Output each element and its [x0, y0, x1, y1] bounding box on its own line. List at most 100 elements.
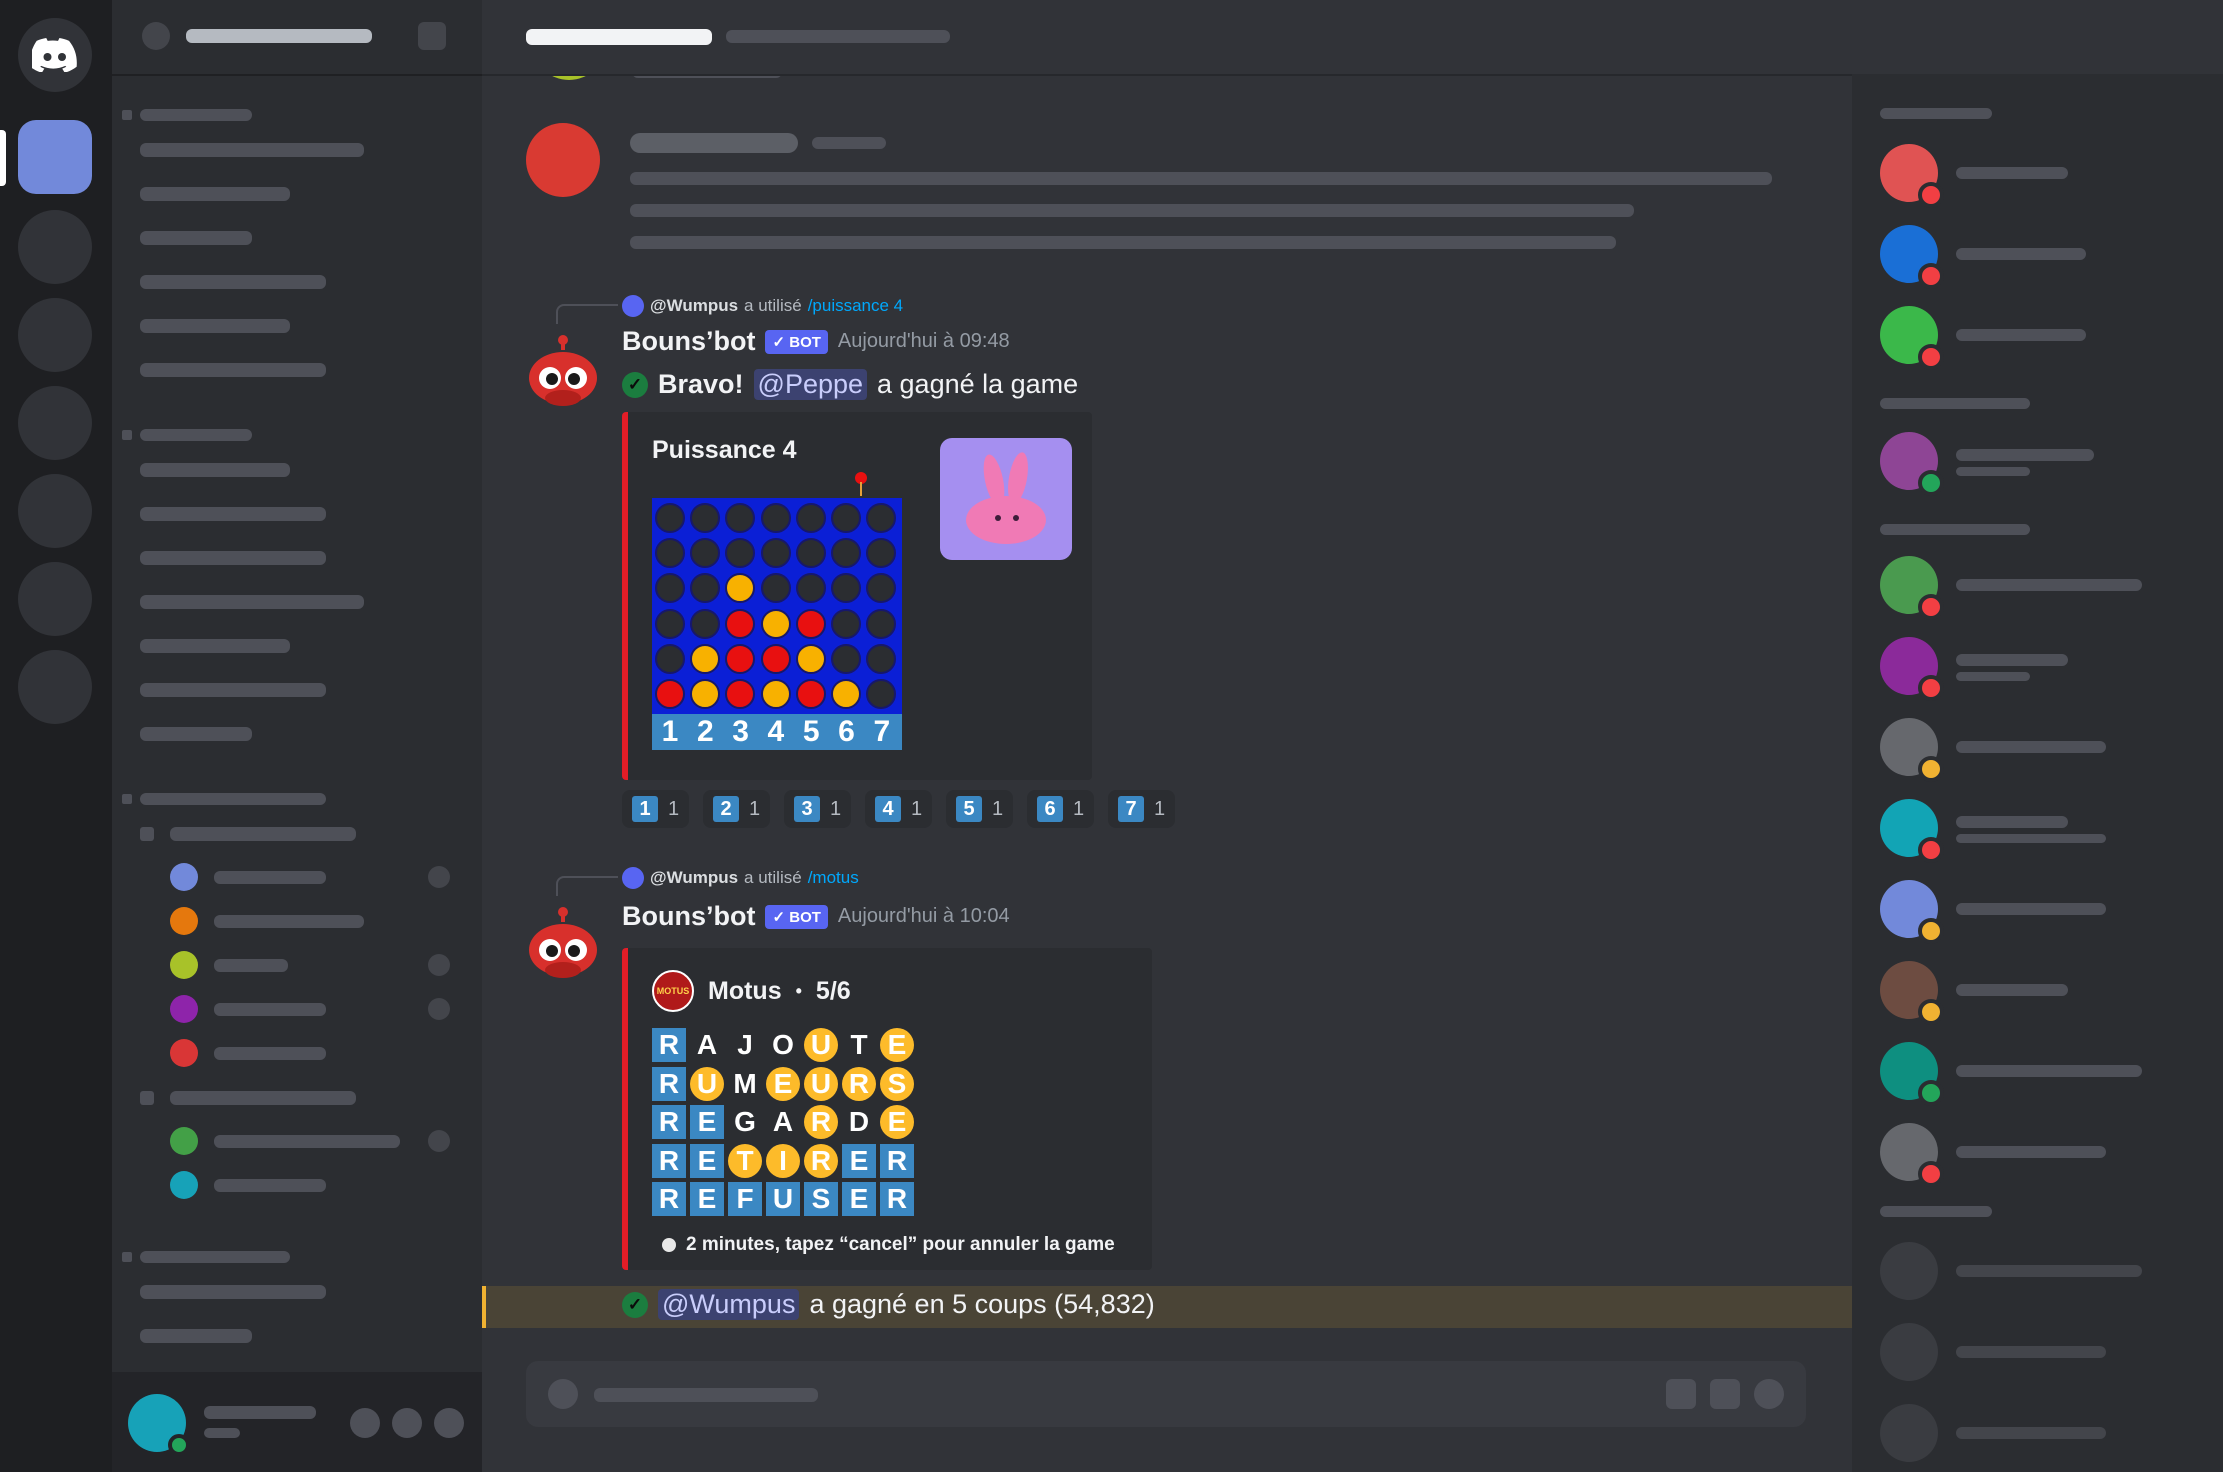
channel-placeholder[interactable]	[140, 727, 252, 741]
server-header[interactable]	[112, 0, 482, 76]
voice-user-avatar[interactable]	[170, 1171, 198, 1199]
slash-command[interactable]: /motus	[808, 868, 859, 888]
reply-verb: a utilisé	[744, 296, 802, 315]
bot-username[interactable]: Bouns’bot	[622, 901, 755, 932]
motus-footer: 2 minutes, tapez “cancel” pour annuler l…	[662, 1234, 1115, 1256]
message-timestamp[interactable]: Aujourd'hui à 09:48	[838, 330, 1010, 353]
reply-context[interactable]: @Wumpus a utilisé /puissance 4	[622, 295, 903, 317]
reaction-button[interactable]: 31	[784, 790, 852, 828]
reaction-button[interactable]: 41	[865, 790, 933, 828]
message-time-placeholder	[812, 137, 886, 149]
channel-placeholder[interactable]	[140, 363, 326, 377]
server-icon[interactable]	[18, 562, 92, 636]
motus-letter: R	[880, 1143, 914, 1178]
gif-icon[interactable]	[1710, 1379, 1740, 1409]
slash-command[interactable]: /puissance 4	[808, 296, 903, 316]
voice-user-name	[214, 1047, 326, 1060]
emoji-icon[interactable]	[1754, 1379, 1784, 1409]
motus-letter: J	[737, 1029, 753, 1060]
server-menu-icon[interactable]	[418, 22, 446, 50]
category-placeholder[interactable]	[140, 793, 326, 805]
voice-user-avatar[interactable]	[170, 1039, 198, 1067]
member-status-icon	[1918, 344, 1944, 370]
voice-channel-placeholder[interactable]	[170, 1091, 356, 1105]
bot-avatar[interactable]	[524, 904, 602, 982]
category-placeholder[interactable]	[140, 429, 252, 441]
connect4-cell	[690, 573, 721, 604]
connect4-cell	[655, 608, 685, 639]
channel-placeholder[interactable]	[140, 275, 326, 289]
mute-icon[interactable]	[350, 1408, 380, 1438]
channel-list	[112, 74, 482, 1372]
channel-placeholder[interactable]	[140, 595, 364, 609]
reaction-button[interactable]: 61	[1027, 790, 1095, 828]
server-icon[interactable]	[18, 298, 92, 372]
channel-placeholder[interactable]	[140, 1285, 326, 1299]
message-timestamp[interactable]: Aujourd'hui à 10:04	[838, 905, 1010, 928]
message-avatar[interactable]	[532, 76, 606, 80]
reaction-button[interactable]: 21	[703, 790, 771, 828]
motus-letter: E	[766, 1066, 800, 1101]
reply-context[interactable]: @Wumpus a utilisé /motus	[622, 867, 859, 889]
connect4-cell	[831, 503, 861, 533]
user-mention[interactable]: @Wumpus	[658, 1289, 800, 1320]
category-placeholder[interactable]	[140, 109, 252, 121]
connect4-cell	[690, 538, 721, 569]
settings-icon[interactable]	[434, 1408, 464, 1438]
message-content: ✓ Bravo! @Peppe a gagné la game	[622, 369, 1078, 400]
channel-placeholder[interactable]	[140, 507, 326, 521]
server-icon[interactable]	[18, 210, 92, 284]
message-input-placeholder[interactable]	[594, 1388, 818, 1402]
channel-placeholder[interactable]	[140, 683, 326, 697]
category-marker	[122, 794, 132, 804]
voice-status-icon	[428, 998, 450, 1020]
server-icon-active[interactable]	[18, 120, 92, 194]
reaction-count: 1	[1073, 797, 1085, 820]
reaction-button[interactable]: 71	[1108, 790, 1176, 828]
server-icon[interactable]	[18, 650, 92, 724]
message-composer[interactable]	[526, 1361, 1806, 1427]
deafen-icon[interactable]	[392, 1408, 422, 1438]
server-icon[interactable]	[18, 474, 92, 548]
member-name-placeholder	[1956, 329, 2086, 341]
channel-placeholder[interactable]	[140, 1329, 252, 1343]
channel-placeholder[interactable]	[140, 551, 326, 565]
keycap-icon: 2	[713, 796, 739, 822]
connect4-cell	[690, 503, 721, 533]
member-avatar[interactable]	[1880, 1242, 1938, 1300]
bot-badge-label: BOT	[789, 333, 821, 351]
voice-user-avatar[interactable]	[170, 995, 198, 1023]
discord-logo-icon[interactable]	[18, 18, 92, 92]
category-placeholder[interactable]	[140, 1251, 290, 1263]
motus-letter: I	[766, 1143, 800, 1178]
voice-channel-placeholder[interactable]	[170, 827, 356, 841]
attach-icon[interactable]	[548, 1379, 578, 1409]
motus-letter: F	[728, 1182, 762, 1216]
channel-placeholder[interactable]	[140, 187, 290, 201]
voice-user-avatar[interactable]	[170, 863, 198, 891]
voice-user-avatar[interactable]	[170, 1127, 198, 1155]
voice-user-avatar[interactable]	[170, 951, 198, 979]
channel-placeholder[interactable]	[140, 639, 290, 653]
bot-username[interactable]: Bouns’bot	[622, 326, 755, 357]
channel-placeholder[interactable]	[140, 463, 290, 477]
member-name-placeholder	[1956, 654, 2068, 666]
replied-user-name[interactable]: @Wumpus	[650, 868, 738, 888]
reaction-button[interactable]: 11	[622, 790, 690, 828]
voice-user-avatar[interactable]	[170, 907, 198, 935]
gift-icon[interactable]	[1666, 1379, 1696, 1409]
server-icon[interactable]	[18, 386, 92, 460]
embed-thumbnail[interactable]	[940, 438, 1072, 560]
channel-placeholder[interactable]	[140, 231, 252, 245]
user-mention[interactable]: @Peppe	[753, 369, 868, 400]
message-avatar[interactable]	[526, 123, 600, 197]
member-avatar[interactable]	[1880, 1323, 1938, 1381]
keycap-icon: 5	[956, 796, 982, 822]
replied-user-name[interactable]: @Wumpus	[650, 296, 738, 316]
voice-user-name	[214, 871, 326, 884]
channel-placeholder[interactable]	[140, 143, 364, 157]
reaction-button[interactable]: 51	[946, 790, 1014, 828]
channel-placeholder[interactable]	[140, 319, 290, 333]
bot-avatar[interactable]	[524, 332, 602, 410]
member-avatar[interactable]	[1880, 1404, 1938, 1462]
